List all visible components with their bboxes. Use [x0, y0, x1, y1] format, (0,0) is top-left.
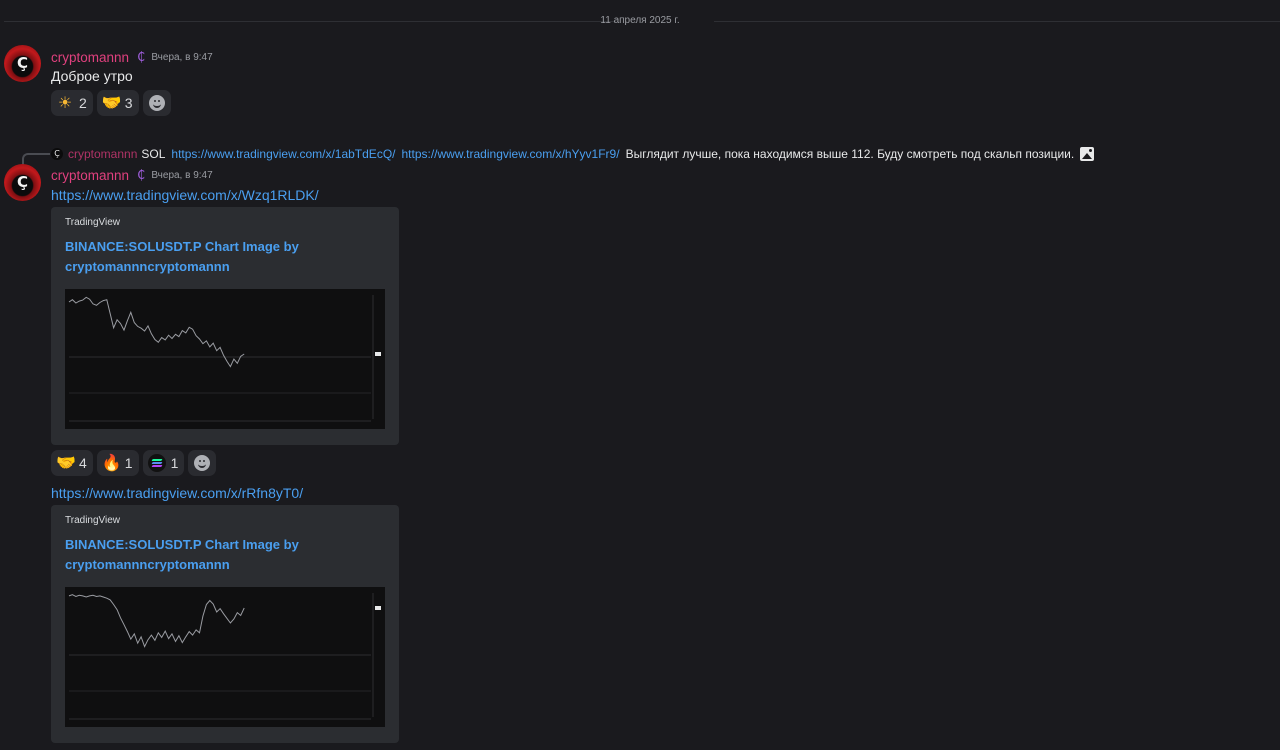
message-link[interactable]: https://www.tradingview.com/x/rRfn8yT0/: [51, 485, 303, 501]
message-text: Доброе утро: [51, 68, 133, 84]
chart-last-price-marker: [375, 352, 381, 356]
embed-provider[interactable]: TradingView: [65, 217, 120, 228]
username[interactable]: cryptomannn: [51, 50, 129, 65]
avatar-glyph: Ç: [16, 173, 28, 191]
solana-emoji-icon: [147, 454, 166, 472]
handshake-emoji-icon: 🤝: [56, 453, 76, 472]
reply-link-1[interactable]: https://www.tradingview.com/x/1abTdEcQ/: [171, 147, 395, 161]
avatar-glyph: Ç: [16, 54, 28, 72]
embed-chart-image[interactable]: [65, 289, 385, 429]
reaction-count: 4: [79, 455, 87, 471]
reply-preview[interactable]: Ç cryptomannn SOL https://www.tradingvie…: [51, 146, 1095, 162]
reaction-count: 3: [124, 95, 133, 111]
reaction-sun[interactable]: ☀ 2: [51, 90, 93, 116]
smiley-icon: [148, 95, 165, 111]
avatar[interactable]: Ç: [4, 45, 41, 82]
reaction-handshake[interactable]: 🤝 4: [51, 450, 93, 476]
reaction-count: 1: [124, 455, 133, 471]
chart-last-price-marker: [375, 606, 381, 610]
reply-prefix: SOL: [141, 147, 166, 161]
smiley-icon: [194, 455, 211, 471]
message-header: cryptomannn ₵ Вчера, в 9:47: [51, 166, 213, 184]
image-attachment-icon: [1080, 147, 1095, 161]
chat-view: 11 апреля 2025 г. Ç cryptomannn ₵ Вчера,…: [0, 0, 1280, 750]
message-header: cryptomannn ₵ Вчера, в 9:47: [51, 48, 213, 66]
chart-svg: [68, 295, 381, 422]
reaction-count: 1: [170, 455, 179, 471]
reaction-bar: ☀ 2 🤝 3: [51, 90, 171, 116]
reaction-solana[interactable]: 1: [142, 450, 185, 476]
sun-emoji-icon: ☀: [57, 93, 73, 112]
reaction-handshake[interactable]: 🤝 3: [96, 90, 139, 116]
reply-link-2[interactable]: https://www.tradingview.com/x/hYyv1Fr9/: [401, 147, 619, 161]
reaction-count: 2: [79, 95, 87, 111]
chart-series-line: [68, 296, 245, 368]
chart-svg: [68, 593, 381, 720]
add-reaction-button[interactable]: [142, 90, 171, 116]
avatar[interactable]: Ç: [4, 164, 41, 201]
embed-provider[interactable]: TradingView: [65, 515, 120, 526]
embed-title[interactable]: BINANCE:SOLUSDT.P Chart Image by cryptom…: [65, 237, 385, 277]
fire-emoji-icon: 🔥: [101, 453, 122, 472]
reaction-fire[interactable]: 🔥 1: [96, 450, 139, 476]
timestamp: Вчера, в 9:47: [151, 169, 213, 181]
cedi-badge-icon[interactable]: ₵: [137, 50, 145, 65]
link-embed: TradingView BINANCE:SOLUSDT.P Chart Imag…: [51, 505, 399, 743]
add-reaction-button[interactable]: [188, 450, 217, 476]
embed-chart-image[interactable]: [65, 587, 385, 727]
reaction-bar: 🤝 4 🔥 1 1: [51, 450, 217, 476]
reply-username[interactable]: cryptomannn: [68, 147, 137, 161]
embed-title[interactable]: BINANCE:SOLUSDT.P Chart Image by cryptom…: [65, 535, 385, 575]
link-embed: TradingView BINANCE:SOLUSDT.P Chart Imag…: [51, 207, 399, 445]
date-divider: 11 апреля 2025 г.: [0, 10, 1280, 32]
cedi-badge-icon[interactable]: ₵: [137, 168, 145, 183]
message-link[interactable]: https://www.tradingview.com/x/Wzq1RLDK/: [51, 187, 319, 203]
timestamp: Вчера, в 9:47: [151, 51, 213, 63]
chart-series-line: [68, 594, 245, 648]
reply-avatar: Ç: [51, 148, 63, 160]
reply-text: Выглядит лучше, пока находимся выше 112.…: [625, 147, 1075, 161]
date-label: 11 апреля 2025 г.: [600, 15, 680, 26]
username[interactable]: cryptomannn: [51, 168, 129, 183]
handshake-emoji-icon: 🤝: [101, 93, 122, 112]
